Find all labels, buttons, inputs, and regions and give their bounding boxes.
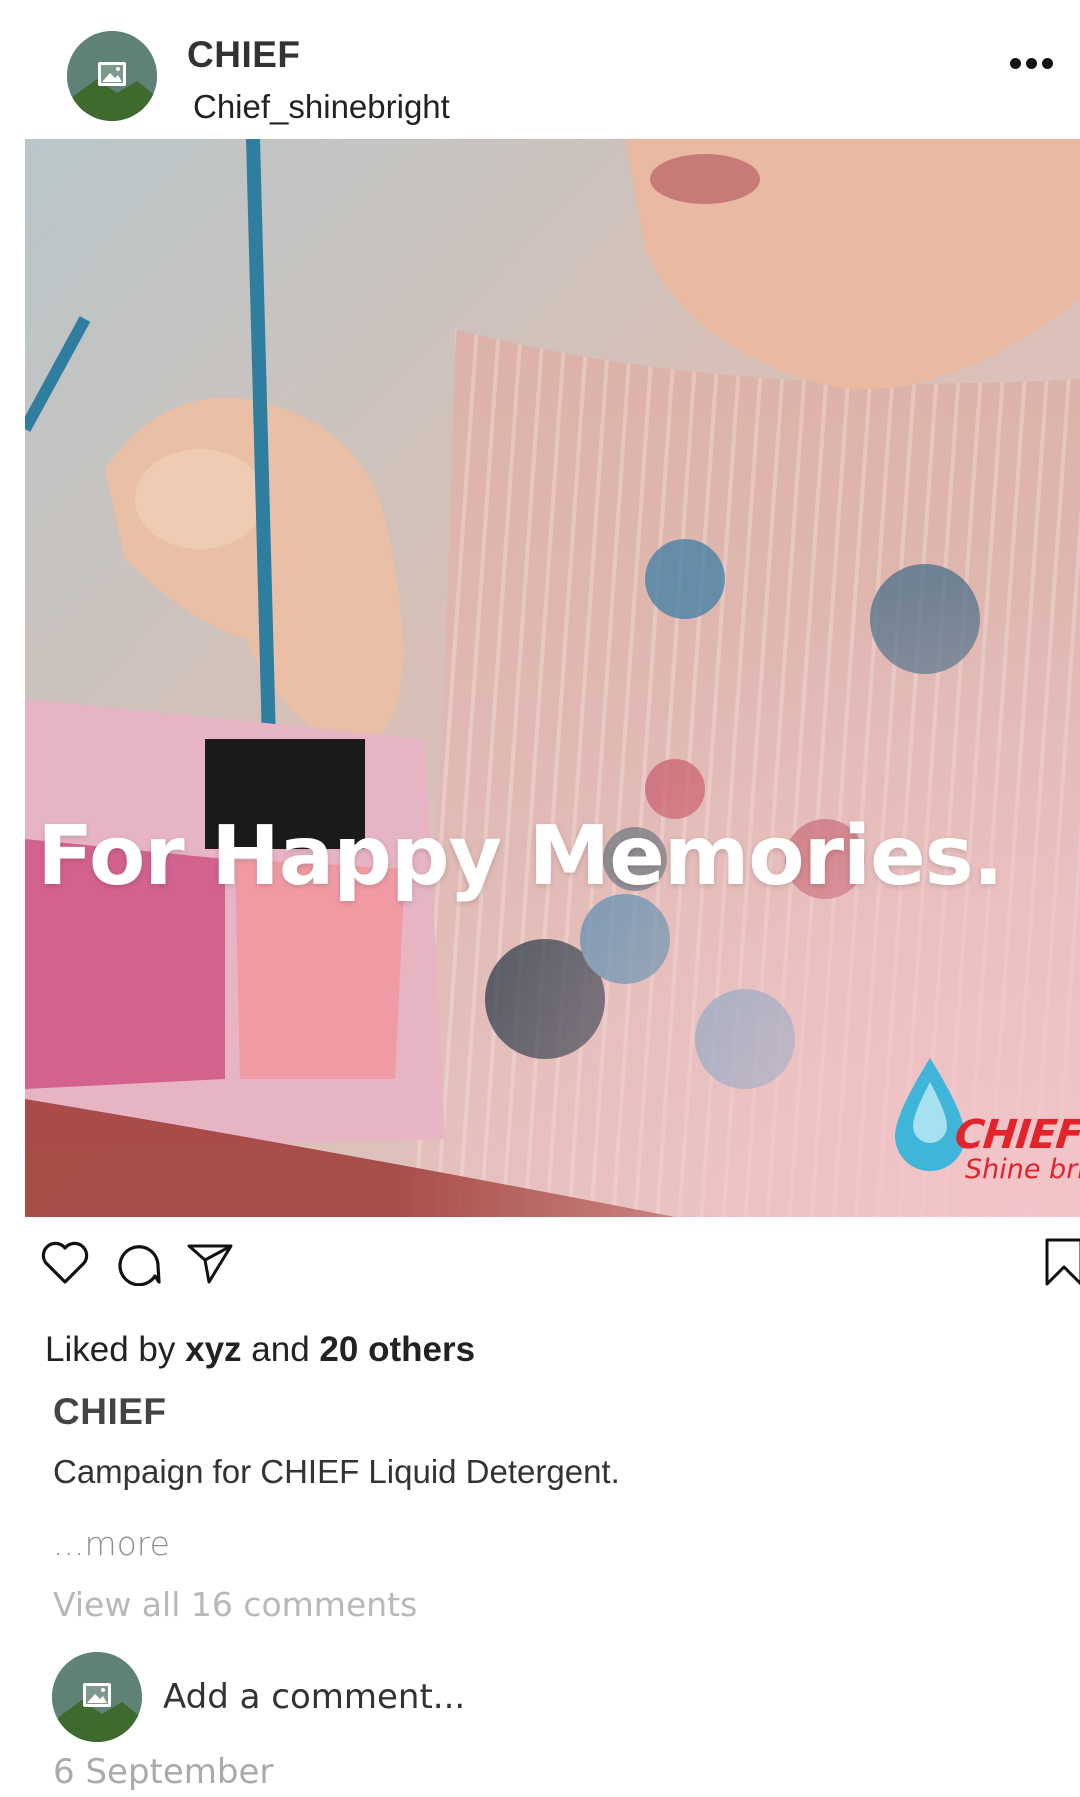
image-placeholder-icon xyxy=(52,1652,142,1742)
post-image[interactable]: For Happy Memories. CHIEF Shine bright xyxy=(25,139,1080,1217)
like-button[interactable] xyxy=(40,1240,90,1286)
commenter-avatar xyxy=(52,1652,142,1742)
post-date: 6 September xyxy=(53,1752,274,1792)
likes-others[interactable]: 20 others xyxy=(319,1330,475,1369)
heart-icon xyxy=(41,1241,89,1284)
likes-prefix: Liked by xyxy=(45,1330,176,1369)
brand-logo-name: CHIEF xyxy=(952,1112,1080,1158)
account-avatar[interactable] xyxy=(67,31,157,121)
more-options-button[interactable] xyxy=(1010,56,1060,96)
bookmark-icon xyxy=(1045,1238,1080,1286)
comment-button[interactable] xyxy=(115,1240,161,1287)
view-all-comments-link[interactable]: View all 16 comments xyxy=(53,1585,417,1624)
account-handle[interactable]: Chief_shinebright xyxy=(193,88,450,126)
brand-logo: CHIEF Shine bright xyxy=(865,1054,1080,1204)
image-placeholder-icon xyxy=(67,31,157,121)
share-button[interactable] xyxy=(185,1240,235,1286)
add-comment-input[interactable] xyxy=(163,1672,763,1722)
more-horizontal-icon xyxy=(1010,56,1060,74)
likes-summary[interactable]: Liked by xyz and 20 others xyxy=(45,1330,475,1370)
caption-more-link[interactable]: ...more xyxy=(53,1524,170,1563)
comment-bubble-icon xyxy=(118,1245,161,1287)
likes-joiner: and xyxy=(251,1330,310,1369)
liked-by-user[interactable]: xyz xyxy=(185,1330,241,1369)
caption-username[interactable]: CHIEF xyxy=(53,1391,167,1433)
save-button[interactable] xyxy=(1044,1237,1080,1287)
account-name[interactable]: CHIEF xyxy=(187,34,301,76)
caption-text: Campaign for CHIEF Liquid Detergent. xyxy=(53,1453,620,1490)
brand-logo-tagline: Shine bright xyxy=(965,1154,1080,1185)
post-overlay-text: For Happy Memories. xyxy=(37,809,1003,904)
paper-plane-icon xyxy=(187,1244,233,1284)
